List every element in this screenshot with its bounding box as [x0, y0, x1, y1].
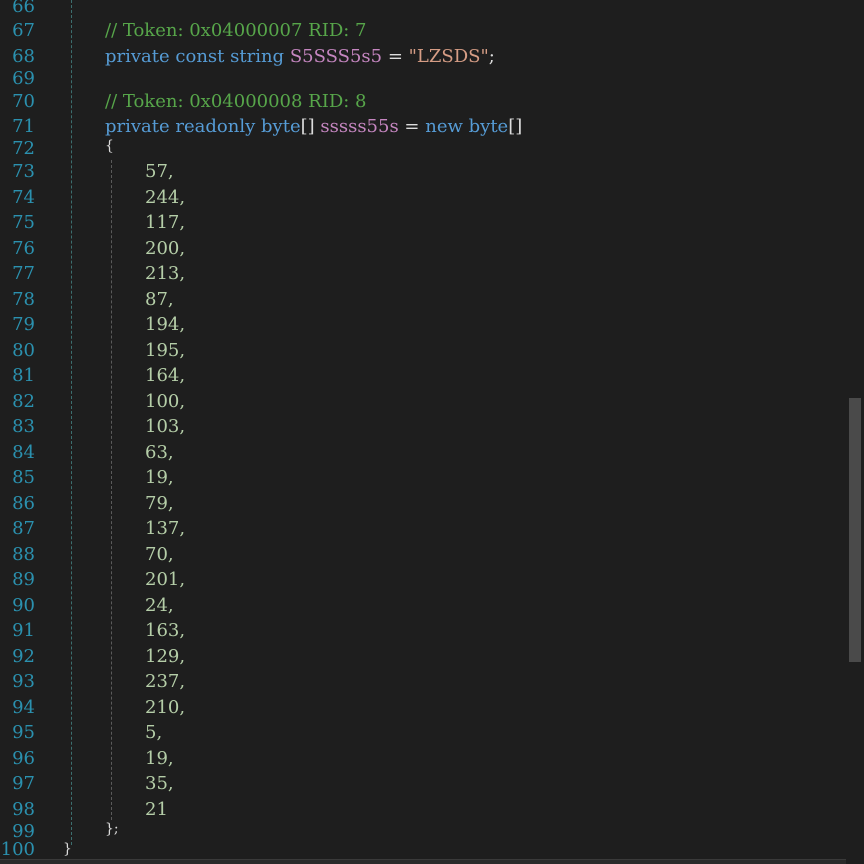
editor-bottom-edge: [0, 859, 846, 864]
array-brackets: []: [300, 116, 315, 137]
array-value: 194,: [145, 314, 186, 335]
array-value: 79,: [145, 493, 174, 514]
array-open-brace: {: [105, 138, 114, 154]
array-value: 200,: [145, 238, 186, 259]
array-value: 237,: [145, 671, 186, 692]
line-number: 79: [12, 314, 35, 335]
array-value: 137,: [145, 518, 186, 539]
indent-guide-class: [71, 0, 72, 845]
assign-operator: =: [382, 46, 409, 67]
array-close-brace: };: [105, 821, 119, 837]
line-number: 69: [12, 68, 35, 89]
field-name-const: S5SSS5s5: [289, 46, 383, 67]
class-close-brace: }: [63, 841, 72, 857]
line-number: 72: [12, 138, 35, 159]
line-number: 95: [12, 722, 35, 743]
line-number: 75: [12, 212, 35, 233]
line-number: 74: [12, 187, 35, 208]
vertical-scrollbar-thumb[interactable]: [849, 398, 861, 662]
array-value: 163,: [145, 620, 186, 641]
const-string-declaration: private const string S5SSS5s5 = "LZSDS";: [105, 46, 495, 67]
line-number: 100: [0, 839, 35, 860]
keyword-string: string: [230, 46, 285, 67]
line-number: 91: [12, 620, 35, 641]
line-number: 86: [12, 493, 35, 514]
line-number: 87: [12, 518, 35, 539]
array-value: 195,: [145, 340, 186, 361]
semicolon: ;: [488, 46, 495, 67]
array-value: 87,: [145, 289, 174, 310]
array-value: 210,: [145, 697, 186, 718]
keyword-private: private: [105, 46, 170, 67]
keyword-byte-2: byte: [468, 116, 509, 137]
line-number: 98: [12, 799, 35, 820]
line-number: 77: [12, 263, 35, 284]
line-number: 78: [12, 289, 35, 310]
line-number: 96: [12, 748, 35, 769]
array-value: 103,: [145, 416, 186, 437]
comment-token-7: // Token: 0x04000007 RID: 7: [105, 20, 367, 41]
line-number: 73: [12, 161, 35, 182]
array-value: 5,: [145, 722, 163, 743]
array-value: 57,: [145, 161, 174, 182]
array-brackets-2: []: [508, 116, 523, 137]
line-number: 92: [12, 646, 35, 667]
keyword-private: private: [105, 116, 170, 137]
array-value: 164,: [145, 365, 186, 386]
string-literal: "LZSDS": [408, 46, 489, 67]
line-number: 71: [12, 116, 35, 137]
line-number: 83: [12, 416, 35, 437]
line-number: 80: [12, 340, 35, 361]
array-value: 117,: [145, 212, 186, 233]
code-editor[interactable]: 66 67 68 69 70 71 72 73 74 75 76 77 78 79 80 81 82 83 84 85…: [0, 0, 864, 864]
line-number: 82: [12, 391, 35, 412]
line-number: 81: [12, 365, 35, 386]
array-value: 244,: [145, 187, 186, 208]
field-name-array: sssss55s: [320, 116, 399, 137]
line-number: 67: [12, 20, 35, 41]
line-number: 90: [12, 595, 35, 616]
keyword-byte: byte: [261, 116, 301, 137]
array-value: 100,: [145, 391, 186, 412]
line-number: 84: [12, 442, 35, 463]
line-number: 97: [12, 773, 35, 794]
byte-array-declaration: private readonly byte[] sssss55s = new b…: [105, 116, 522, 137]
array-value: 24,: [145, 595, 174, 616]
line-number: 85: [12, 467, 35, 488]
line-number: 89: [12, 569, 35, 590]
line-number: 94: [12, 697, 35, 718]
array-value: 201,: [145, 569, 186, 590]
line-number: 88: [12, 544, 35, 565]
line-number: 93: [12, 671, 35, 692]
array-value: 19,: [145, 748, 174, 769]
line-number: 66: [12, 0, 35, 17]
array-value: 129,: [145, 646, 186, 667]
indent-guide-array: [111, 160, 112, 820]
array-value: 63,: [145, 442, 174, 463]
line-number: 70: [12, 91, 35, 112]
line-number: 68: [12, 46, 35, 67]
keyword-new: new: [425, 116, 463, 137]
line-number: 76: [12, 238, 35, 259]
array-value: 21: [145, 799, 168, 820]
comment-token-8: // Token: 0x04000008 RID: 8: [105, 91, 367, 112]
assign-operator: =: [398, 116, 426, 137]
array-value: 35,: [145, 773, 174, 794]
keyword-const: const: [175, 46, 225, 67]
array-value: 70,: [145, 544, 174, 565]
keyword-readonly: readonly: [175, 116, 256, 137]
array-value: 19,: [145, 467, 174, 488]
array-value: 213,: [145, 263, 186, 284]
